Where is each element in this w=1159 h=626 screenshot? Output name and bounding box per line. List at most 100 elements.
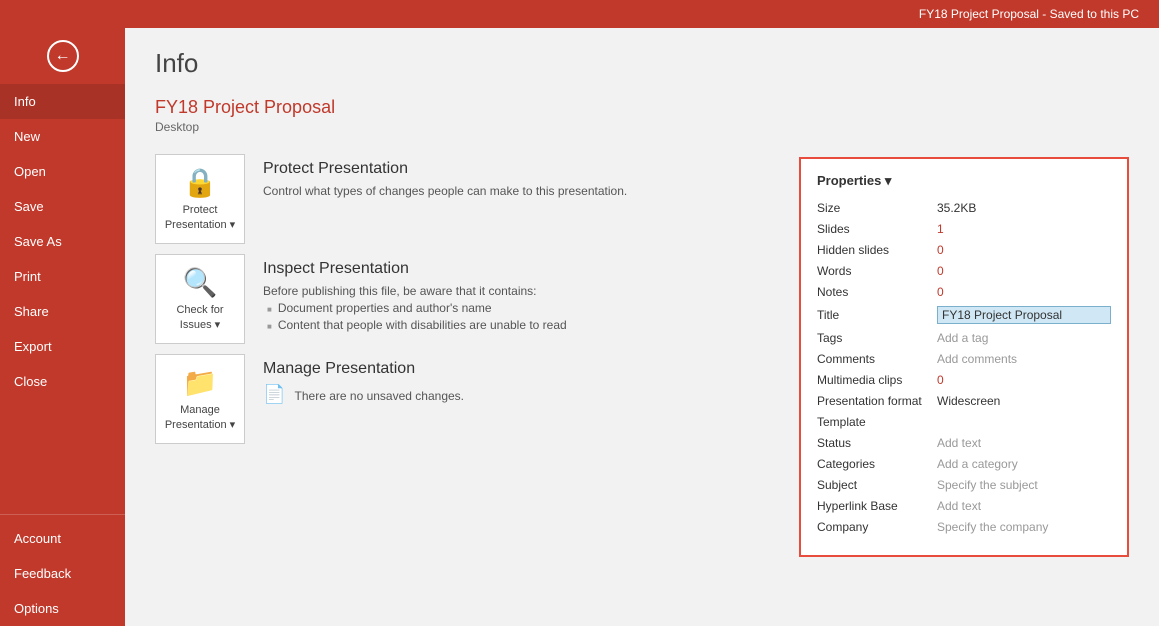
check-heading: Inspect Presentation [263, 260, 567, 278]
prop-label: Size [817, 201, 937, 215]
prop-value[interactable]: Add comments [937, 352, 1111, 366]
prop-value: 0 [937, 243, 1111, 257]
sidebar-item-share[interactable]: Share [0, 294, 125, 329]
prop-label: Hyperlink Base [817, 499, 937, 513]
sidebar-item-account[interactable]: Account [0, 521, 125, 556]
check-card: 🔍 Check forIssues ▾ Inspect Presentation… [155, 254, 779, 344]
sidebar-item-info[interactable]: Info [0, 84, 125, 119]
content-and-props: FY18 Project Proposal Desktop 🔒 ProtectP… [155, 97, 1129, 557]
page-title: Info [155, 48, 1129, 79]
unsaved-text: There are no unsaved changes. [295, 389, 464, 403]
property-row: CategoriesAdd a category [817, 457, 1111, 471]
prop-label: Hidden slides [817, 243, 937, 257]
sidebar-item-export[interactable]: Export [0, 329, 125, 364]
protect-card: 🔒 ProtectPresentation ▾ Protect Presenta… [155, 154, 779, 244]
prop-label: Title [817, 308, 937, 322]
property-row: TagsAdd a tag [817, 331, 1111, 345]
protect-card-content: Protect Presentation Control what types … [263, 154, 627, 198]
prop-value[interactable]: Specify the company [937, 520, 1111, 534]
back-circle-icon: ← [47, 40, 79, 72]
manage-desc: 📄 There are no unsaved changes. [263, 384, 464, 405]
prop-label: Categories [817, 457, 937, 471]
property-row: CommentsAdd comments [817, 352, 1111, 366]
protect-heading: Protect Presentation [263, 160, 627, 178]
sidebar: ← Info New Open Save Save As Print Share… [0, 28, 125, 626]
prop-value: 35.2KB [937, 201, 1111, 215]
manage-icon-label: ManagePresentation ▾ [165, 403, 235, 432]
sidebar-item-open[interactable]: Open [0, 154, 125, 189]
prop-label: Words [817, 264, 937, 278]
prop-label: Comments [817, 352, 937, 366]
properties-title[interactable]: Properties ▾ [817, 173, 1111, 189]
prop-value[interactable]: Add text [937, 436, 1111, 450]
top-bar: FY18 Project Proposal - Saved to this PC [0, 0, 1159, 28]
check-card-content: Inspect Presentation Before publishing t… [263, 254, 567, 332]
check-desc: Before publishing this file, be aware th… [263, 284, 567, 332]
manage-heading: Manage Presentation [263, 360, 464, 378]
property-row: TitleFY18 Project Proposal [817, 306, 1111, 324]
inspect-icon: 🔍 [183, 266, 218, 299]
manage-card-content: Manage Presentation 📄 There are no unsav… [263, 354, 464, 405]
top-bar-title: FY18 Project Proposal - Saved to this PC [919, 7, 1139, 21]
sidebar-bottom: Account Feedback Options [0, 508, 125, 626]
sidebar-item-feedback[interactable]: Feedback [0, 556, 125, 591]
prop-label: Presentation format [817, 394, 937, 408]
list-item: Content that people with disabilities ar… [267, 318, 567, 332]
properties-panel: Properties ▾ Size35.2KBSlides1Hidden sli… [799, 157, 1129, 557]
prop-value[interactable]: Add a category [937, 457, 1111, 471]
sidebar-item-new[interactable]: New [0, 119, 125, 154]
property-row: CompanySpecify the company [817, 520, 1111, 534]
prop-label: Template [817, 415, 937, 429]
property-row: Hidden slides0 [817, 243, 1111, 257]
property-row: Size35.2KB [817, 201, 1111, 215]
prop-label: Tags [817, 331, 937, 345]
main-area: ← Info New Open Save Save As Print Share… [0, 28, 1159, 626]
property-row: Presentation formatWidescreen [817, 394, 1111, 408]
property-row: Notes0 [817, 285, 1111, 299]
list-item: Document properties and author's name [267, 301, 567, 315]
prop-value: 0 [937, 264, 1111, 278]
prop-value: Widescreen [937, 394, 1111, 408]
property-row: Hyperlink BaseAdd text [817, 499, 1111, 513]
left-content: FY18 Project Proposal Desktop 🔒 ProtectP… [155, 97, 779, 454]
props-container: Size35.2KBSlides1Hidden slides0Words0Not… [817, 201, 1111, 534]
prop-value[interactable]: Add text [937, 499, 1111, 513]
check-icon-button[interactable]: 🔍 Check forIssues ▾ [155, 254, 245, 344]
sidebar-item-save[interactable]: Save [0, 189, 125, 224]
content-area: Info FY18 Project Proposal Desktop 🔒 Pro… [125, 28, 1159, 626]
protect-icon-button[interactable]: 🔒 ProtectPresentation ▾ [155, 154, 245, 244]
back-button[interactable]: ← [0, 28, 125, 84]
prop-value: 1 [937, 222, 1111, 236]
check-icon-label: Check forIssues ▾ [176, 303, 223, 332]
sidebar-item-print[interactable]: Print [0, 259, 125, 294]
property-row: Multimedia clips0 [817, 373, 1111, 387]
prop-label: Status [817, 436, 937, 450]
sidebar-divider [0, 514, 125, 515]
prop-value[interactable]: Specify the subject [937, 478, 1111, 492]
prop-value: 0 [937, 285, 1111, 299]
manage-card: 📁 ManagePresentation ▾ Manage Presentati… [155, 354, 779, 444]
file-title: FY18 Project Proposal [155, 97, 779, 118]
prop-value: 0 [937, 373, 1111, 387]
sidebar-item-options[interactable]: Options [0, 591, 125, 626]
prop-label: Multimedia clips [817, 373, 937, 387]
prop-label: Notes [817, 285, 937, 299]
prop-label: Slides [817, 222, 937, 236]
property-row: Words0 [817, 264, 1111, 278]
property-row: SubjectSpecify the subject [817, 478, 1111, 492]
protect-icon-label: ProtectPresentation ▾ [165, 203, 235, 232]
prop-value[interactable]: Add a tag [937, 331, 1111, 345]
file-location: Desktop [155, 120, 779, 134]
sidebar-item-close[interactable]: Close [0, 364, 125, 399]
manage-icon: 📁 [183, 366, 218, 399]
unsaved-icon: 📄 [263, 384, 285, 404]
prop-label: Subject [817, 478, 937, 492]
sidebar-item-save-as[interactable]: Save As [0, 224, 125, 259]
prop-label: Company [817, 520, 937, 534]
property-row: StatusAdd text [817, 436, 1111, 450]
protect-desc: Control what types of changes people can… [263, 184, 627, 198]
lock-icon: 🔒 [183, 166, 218, 199]
property-row: Template [817, 415, 1111, 429]
prop-value[interactable]: FY18 Project Proposal [937, 306, 1111, 324]
manage-icon-button[interactable]: 📁 ManagePresentation ▾ [155, 354, 245, 444]
